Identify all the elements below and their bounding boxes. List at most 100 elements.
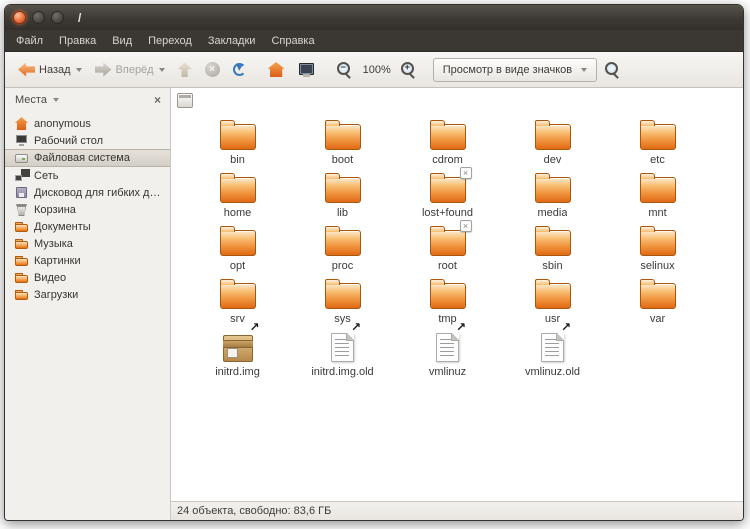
file-item[interactable]: bin: [185, 116, 290, 169]
sidebar-header-dropdown[interactable]: Места ×: [5, 88, 170, 112]
file-grid[interactable]: bin boot: [171, 112, 743, 501]
file-name: lost+found: [422, 207, 473, 219]
file-icon: [640, 230, 676, 256]
menu-item[interactable]: Файл: [9, 33, 50, 49]
file-name: sbin: [542, 260, 562, 272]
menu-item[interactable]: Справка: [264, 33, 321, 49]
sidebar-item-icon: [14, 288, 29, 301]
file-item[interactable]: lib: [290, 169, 395, 222]
menu-item[interactable]: Правка: [52, 33, 103, 49]
sidebar-item-label: Дисковод для гибких дисков: [34, 187, 166, 199]
titlebar[interactable]: /: [5, 5, 743, 30]
sidebar-item[interactable]: Файловая система: [5, 149, 170, 167]
zoom-level: 100%: [361, 64, 393, 76]
file-item[interactable]: usr: [500, 275, 605, 328]
back-button[interactable]: Назад: [13, 60, 87, 80]
tab-icon[interactable]: [177, 93, 193, 108]
file-item[interactable]: opt: [185, 222, 290, 275]
file-item[interactable]: lost+found: [395, 169, 500, 222]
file-name: mnt: [648, 207, 666, 219]
file-icon-wrap: [430, 169, 466, 203]
zoom-out-button[interactable]: −: [332, 59, 358, 81]
file-icon: [223, 335, 253, 362]
file-item[interactable]: etc: [605, 116, 710, 169]
emblem-icon: [460, 167, 472, 179]
file-icon: [640, 283, 676, 309]
sidebar-item-label: Корзина: [34, 204, 76, 216]
file-icon: [220, 283, 256, 309]
back-label: Назад: [39, 64, 71, 76]
file-manager-window: / Файл Правка Вид Переход Закладки Справ…: [4, 4, 744, 521]
sidebar-item[interactable]: anonymous: [5, 115, 170, 132]
file-icon: [535, 177, 571, 203]
file-name: dev: [544, 154, 562, 166]
home-button[interactable]: [263, 59, 290, 80]
statusbar: 24 объекта, свободно: 83,6 ГБ: [171, 501, 743, 520]
maximize-button[interactable]: [51, 11, 64, 24]
file-name: vmlinuz.old: [525, 366, 580, 378]
sidebar-item[interactable]: Документы: [5, 218, 170, 235]
file-item[interactable]: initrd.img.old: [290, 328, 395, 381]
close-button[interactable]: [13, 11, 26, 24]
stop-button[interactable]: [200, 59, 225, 80]
file-item[interactable]: vmlinuz: [395, 328, 500, 381]
menu-item[interactable]: Переход: [141, 33, 199, 49]
sidebar-item-icon: [14, 152, 29, 165]
file-item[interactable]: var: [605, 275, 710, 328]
back-history-caret-icon[interactable]: [76, 68, 82, 72]
file-icon: [430, 230, 466, 256]
file-name: etc: [650, 154, 665, 166]
file-item[interactable]: root: [395, 222, 500, 275]
sidebar-item-icon: [14, 271, 29, 284]
file-item[interactable]: vmlinuz.old: [500, 328, 605, 381]
up-arrow-icon: [178, 62, 192, 77]
menu-item[interactable]: Закладки: [201, 33, 263, 49]
file-item[interactable]: mnt: [605, 169, 710, 222]
file-item[interactable]: boot: [290, 116, 395, 169]
forward-history-caret-icon[interactable]: [159, 68, 165, 72]
sidebar-item-label: Видео: [34, 272, 66, 284]
sidebar-item[interactable]: Видео: [5, 269, 170, 286]
up-button[interactable]: [173, 59, 197, 80]
menu-item[interactable]: Вид: [105, 33, 139, 49]
file-item[interactable]: tmp: [395, 275, 500, 328]
sidebar-item[interactable]: Музыка: [5, 235, 170, 252]
reload-button[interactable]: [228, 60, 251, 79]
forward-button[interactable]: Вперёд: [90, 60, 170, 80]
file-item[interactable]: dev: [500, 116, 605, 169]
view-mode-dropdown[interactable]: Просмотр в виде значков: [433, 58, 597, 82]
toolbar: Назад Вперёд − 100% +: [5, 52, 743, 88]
file-icon: [220, 124, 256, 150]
minimize-button[interactable]: [32, 11, 45, 24]
file-icon-wrap: [541, 328, 564, 362]
sidebar-item-label: Рабочий стол: [34, 135, 103, 147]
computer-button[interactable]: [293, 60, 320, 80]
file-item[interactable]: proc: [290, 222, 395, 275]
emblem-icon: [456, 321, 466, 333]
file-item[interactable]: home: [185, 169, 290, 222]
window-controls: [13, 11, 64, 24]
emblem-icon: [561, 321, 571, 333]
file-item[interactable]: sbin: [500, 222, 605, 275]
file-item[interactable]: initrd.img: [185, 328, 290, 381]
file-icon: [430, 177, 466, 203]
computer-icon: [298, 63, 315, 77]
sidebar-item[interactable]: Сеть: [5, 167, 170, 184]
file-item[interactable]: media: [500, 169, 605, 222]
file-item[interactable]: selinux: [605, 222, 710, 275]
places-sidebar: Места × anonymous Рабочий стол: [5, 88, 171, 520]
file-name: initrd.img: [215, 366, 260, 378]
sidebar-header-caret-icon: [53, 98, 59, 102]
sidebar-item[interactable]: Картинки: [5, 252, 170, 269]
file-view: bin boot: [171, 88, 743, 520]
zoom-in-button[interactable]: +: [396, 59, 422, 81]
file-item[interactable]: sys: [290, 275, 395, 328]
file-item[interactable]: srv: [185, 275, 290, 328]
sidebar-item[interactable]: Дисковод для гибких дисков: [5, 184, 170, 201]
file-item[interactable]: cdrom: [395, 116, 500, 169]
sidebar-item[interactable]: Загрузки: [5, 286, 170, 303]
sidebar-item[interactable]: Рабочий стол: [5, 132, 170, 149]
sidebar-close-button[interactable]: ×: [151, 94, 164, 106]
search-button[interactable]: [600, 59, 626, 81]
sidebar-item[interactable]: Корзина: [5, 201, 170, 218]
